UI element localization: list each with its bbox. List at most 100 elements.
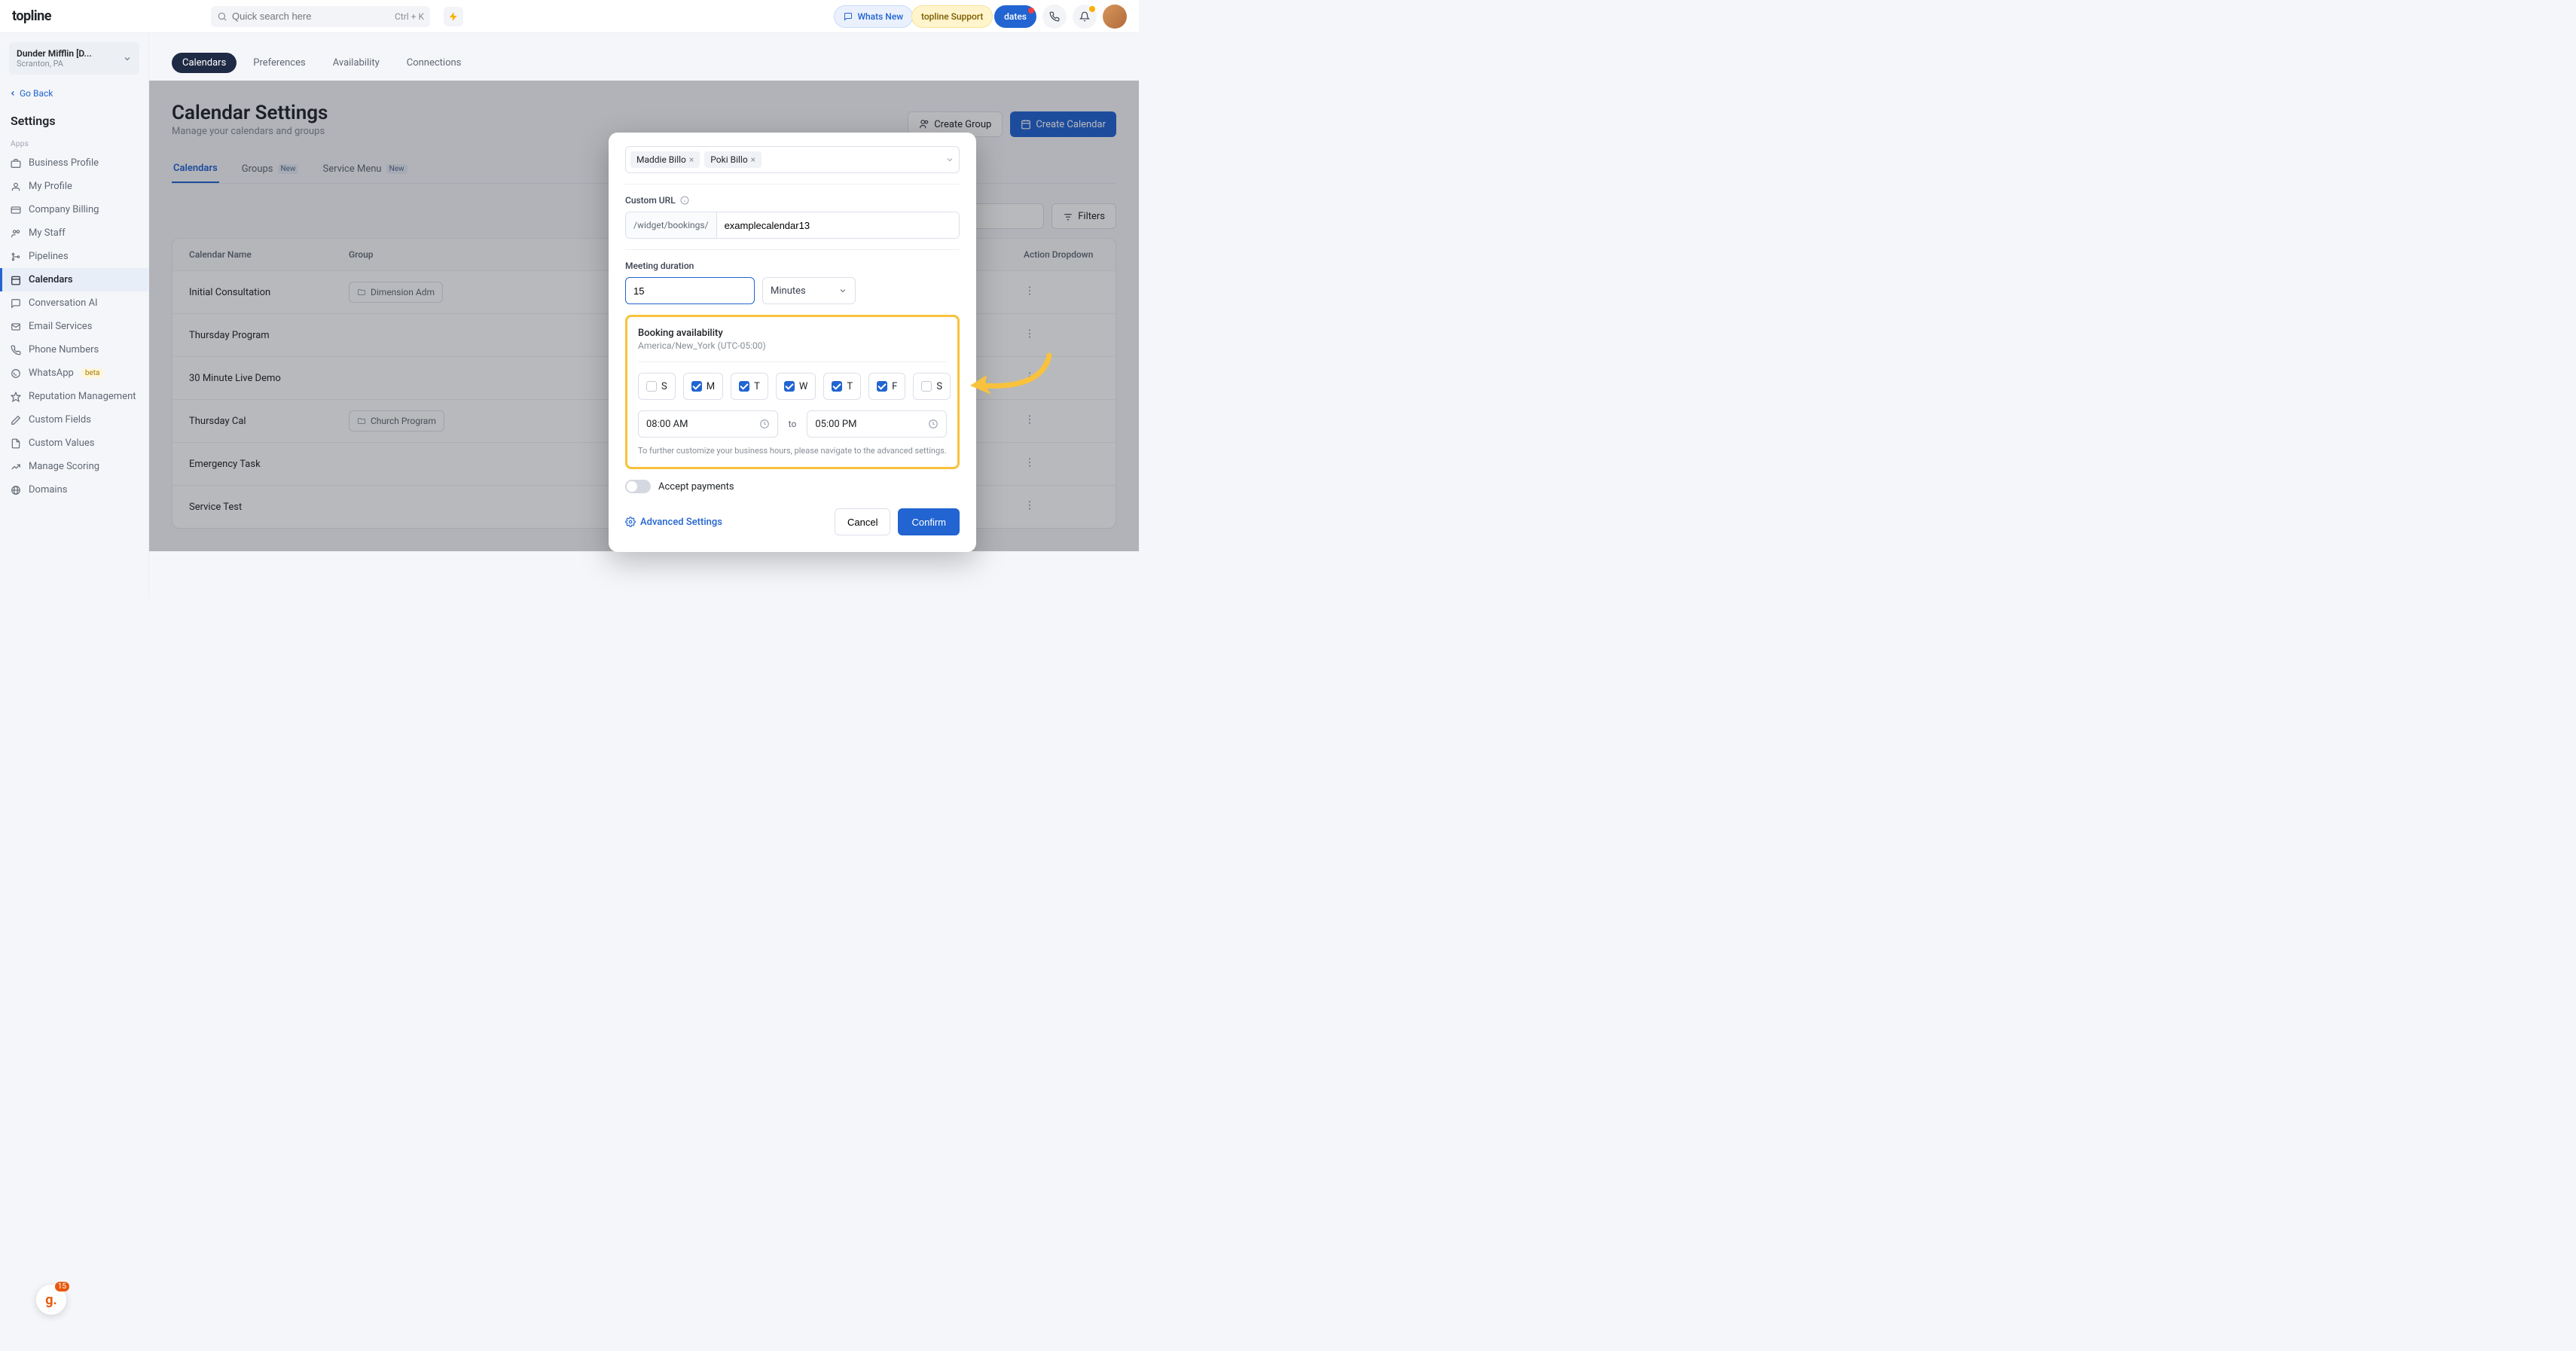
create-calendar-button[interactable]: Create Calendar [1010,111,1116,137]
day-toggle-s[interactable]: S [913,373,951,400]
user-icon [11,181,21,192]
sidebar-item-calendars[interactable]: Calendars [0,268,148,291]
avatar[interactable] [1103,5,1127,29]
sidebar-group-title: Apps [0,137,148,151]
floating-badge[interactable]: g. 15 [36,1285,66,1315]
page-subtitle: Manage your calendars and groups [172,126,328,137]
search-icon [217,11,227,22]
clock-icon [928,419,939,429]
time-to-input[interactable]: 05:00 PM [807,410,947,438]
remove-chip-button[interactable]: × [751,154,755,165]
page-tab-groups[interactable]: GroupsNew [240,155,301,183]
remove-chip-button[interactable]: × [689,154,694,165]
team-member-select[interactable]: Maddie Billo×Poki Billo× [625,146,960,173]
availability-highlight: Booking availability America/New_York (U… [625,315,960,469]
sidebar-item-pipelines[interactable]: Pipelines [0,245,148,268]
sidebar-item-business-profile[interactable]: Business Profile [0,151,148,175]
column-header: Action Dropdown [1024,249,1099,260]
accept-payments-toggle[interactable] [625,480,651,493]
checkbox [784,381,795,392]
column-header: Calendar Name [189,249,340,260]
row-menu-button[interactable] [1024,499,1099,514]
global-search[interactable]: Ctrl + K [211,6,430,27]
confirm-button[interactable]: Confirm [898,508,960,535]
topbar: topline Ctrl + K Whats New topline Suppo… [0,0,1139,33]
info-icon [680,196,689,205]
content-tab-calendars[interactable]: Calendars [172,53,237,73]
location-name: Dunder Mifflin [D... [17,48,92,59]
sidebar-item-custom-fields[interactable]: Custom Fields [0,408,148,432]
location-sub: Scranton, PA [17,59,92,69]
briefcase-icon [11,158,21,169]
sidebar-item-phone-numbers[interactable]: Phone Numbers [0,338,148,361]
gear-icon [625,517,636,527]
content-tab-connections[interactable]: Connections [396,53,472,73]
chat-icon [844,12,853,21]
row-menu-button[interactable] [1024,328,1099,343]
row-menu-button[interactable] [1024,413,1099,428]
accept-payments-label: Accept payments [658,481,734,493]
sidebar-item-company-billing[interactable]: Company Billing [0,198,148,221]
group-chip[interactable]: Dimension Adm [349,282,443,303]
git-icon [11,252,21,262]
day-toggle-f[interactable]: F [868,373,905,400]
calendar-name-cell: 30 Minute Live Demo [189,373,340,384]
search-input[interactable] [232,11,390,22]
notification-dot [1028,8,1034,14]
calendar-name-cell: Thursday Cal [189,416,340,427]
day-toggle-t[interactable]: T [731,373,768,400]
sidebar-item-my-staff[interactable]: My Staff [0,221,148,245]
logo: topline [12,8,51,24]
url-prefix: /widget/bookings/ [626,212,717,238]
go-back-link[interactable]: Go Back [0,84,148,108]
users-icon [919,119,929,130]
sidebar-item-label: Email Services [29,321,92,332]
row-menu-button[interactable] [1024,285,1099,300]
group-chip[interactable]: Church Program [349,410,444,432]
time-from-input[interactable]: 08:00 AM [638,410,778,438]
bell-icon [1079,11,1090,22]
calendar-name-cell: Emergency Task [189,459,340,470]
bell-button[interactable] [1073,5,1097,29]
availability-hint: To further customize your business hours… [638,445,947,456]
day-toggle-s[interactable]: S [638,373,676,400]
sidebar-item-reputation-management[interactable]: Reputation Management [0,385,148,408]
phone-button[interactable] [1042,5,1067,29]
day-toggle-m[interactable]: M [683,373,723,400]
duration-unit-select[interactable]: Minutes [762,277,856,304]
checkbox [739,381,749,392]
day-toggle-t[interactable]: T [823,373,861,400]
phone-icon [11,345,21,355]
calendar-name-cell: Service Test [189,502,340,513]
page-tab-service-menu[interactable]: Service MenuNew [321,155,408,183]
sidebar-item-email-services[interactable]: Email Services [0,315,148,338]
duration-input[interactable] [625,277,755,304]
sidebar-item-custom-values[interactable]: Custom Values [0,432,148,455]
sidebar-item-label: Pipelines [29,251,69,262]
checkbox [691,381,702,392]
sidebar-item-conversation-ai[interactable]: Conversation AI [0,291,148,315]
zap-button[interactable] [444,7,463,26]
custom-url-input[interactable] [717,212,959,238]
updates-button[interactable]: dates [994,5,1036,28]
cancel-button[interactable]: Cancel [835,508,890,535]
sidebar-item-label: Phone Numbers [29,344,99,355]
day-toggle-w[interactable]: W [776,373,816,400]
content-tab-preferences[interactable]: Preferences [243,53,316,73]
sidebar-item-manage-scoring[interactable]: Manage Scoring [0,455,148,478]
sidebar-item-my-profile[interactable]: My Profile [0,175,148,198]
whats-new-button[interactable]: Whats New [834,5,913,28]
phone-icon [1049,11,1060,22]
filters-button[interactable]: Filters [1051,203,1116,229]
advanced-settings-link[interactable]: Advanced Settings [625,517,722,528]
row-menu-button[interactable] [1024,456,1099,471]
page-title: Calendar Settings [172,102,328,124]
location-select[interactable]: Dunder Mifflin [D... Scranton, PA [9,42,139,75]
chevron-left-icon [9,90,17,97]
support-button[interactable]: topline Support [911,5,993,28]
content-tab-availability[interactable]: Availability [322,53,390,73]
page-tab-calendars[interactable]: Calendars [172,155,219,183]
sidebar-item-whatsapp[interactable]: WhatsAppbeta [0,361,148,385]
row-menu-button[interactable] [1024,371,1099,386]
sidebar-item-domains[interactable]: Domains [0,478,148,502]
